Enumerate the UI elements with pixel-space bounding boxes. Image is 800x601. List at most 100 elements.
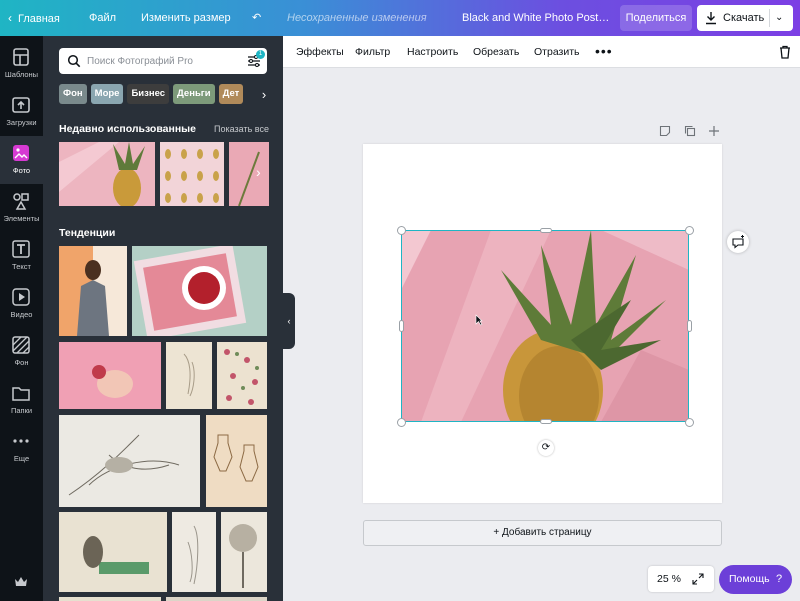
show-all-link[interactable]: Показать все	[214, 124, 269, 134]
flip-button[interactable]: Отразить	[534, 36, 580, 68]
trend-thumb[interactable]	[217, 342, 267, 409]
shapes-icon	[13, 193, 29, 210]
recent-thumb[interactable]	[229, 142, 269, 206]
chip-money[interactable]: Деньги	[173, 84, 215, 104]
zoom-value[interactable]: 25 %	[657, 566, 681, 592]
home-button[interactable]: ‹ Главная	[8, 0, 60, 36]
comment-button[interactable]	[727, 231, 749, 253]
image-toolbar: Эффекты Фильтр Настроить Обрезать Отрази…	[283, 36, 800, 68]
photos-panel: 1 ФонМореБизнесДеньгиДет › Недавно испол…	[43, 36, 283, 601]
rail-item-photos[interactable]: Фото	[0, 136, 43, 184]
fullscreen-icon[interactable]	[692, 573, 704, 585]
filter-button[interactable]: Фильтр	[355, 36, 390, 68]
trend-thumb[interactable]	[59, 597, 161, 601]
trend-thumb[interactable]	[206, 415, 267, 507]
trend-thumb[interactable]	[59, 512, 167, 592]
selection-frame	[401, 230, 689, 422]
photo-icon	[13, 145, 29, 161]
resize-button[interactable]: Изменить размер	[141, 0, 231, 36]
rail-item-background[interactable]: Фон	[0, 328, 43, 376]
chip-sea[interactable]: Море	[90, 84, 124, 104]
category-chips: Фон Море Бизнес Деньги Дет	[59, 84, 281, 106]
add-page-button[interactable]: + Добавить страницу	[363, 520, 722, 546]
download-icon	[706, 12, 716, 25]
chip-business[interactable]: Бизнес	[127, 84, 170, 104]
resize-handle[interactable]	[687, 320, 692, 332]
resize-handle[interactable]	[399, 320, 404, 332]
resize-handle[interactable]	[397, 226, 406, 235]
rail-item-text[interactable]: Текст	[0, 232, 43, 280]
home-label: Главная	[18, 13, 60, 25]
trends-title: Тенденции	[59, 227, 116, 239]
tree-sketch-photo	[221, 512, 267, 592]
resize-handle[interactable]	[685, 226, 694, 235]
trash-icon[interactable]	[778, 45, 792, 59]
zoom-control[interactable]: 25 %	[648, 566, 714, 592]
left-rail: Шаблоны Загрузки Фото Элементы Текст Вид…	[0, 36, 43, 601]
help-label: Помощь	[729, 573, 770, 585]
video-icon	[12, 288, 30, 306]
rail-label: Фон	[14, 358, 29, 367]
trend-thumb[interactable]	[59, 246, 127, 336]
search-icon	[67, 54, 81, 68]
trend-thumb[interactable]	[132, 246, 267, 336]
recent-thumb[interactable]	[160, 142, 224, 206]
vases-photo	[206, 415, 267, 507]
strawberries-photo	[132, 246, 267, 336]
resize-handle[interactable]	[540, 228, 552, 233]
note-icon[interactable]	[659, 125, 671, 137]
divider	[769, 9, 770, 27]
trend-thumb[interactable]	[59, 415, 200, 507]
trend-thumb[interactable]	[221, 512, 267, 592]
rail-label: Видео	[10, 310, 33, 319]
rail-item-video[interactable]: Видео	[0, 280, 43, 328]
engraving-photo	[59, 512, 167, 592]
chip-background[interactable]: Фон	[59, 84, 87, 104]
trend-thumb[interactable]	[166, 342, 212, 409]
collapse-panel-button[interactable]: ‹	[283, 293, 295, 349]
adjust-button[interactable]: Настроить	[407, 36, 458, 68]
rail-item-more[interactable]: Еще	[0, 424, 43, 472]
share-button[interactable]: Поделиться	[620, 5, 692, 31]
pineapple-pattern-photo	[160, 142, 224, 206]
chevron-right-icon[interactable]: ›	[257, 84, 271, 106]
pink-leaves-photo	[229, 142, 269, 206]
effects-button[interactable]: Эффекты	[296, 36, 344, 68]
rail-item-templates[interactable]: Шаблоны	[0, 40, 43, 88]
cursor-icon	[475, 314, 483, 326]
recent-title: Недавно использованные	[59, 123, 196, 135]
chevron-right-icon[interactable]: ›	[256, 164, 261, 180]
more-options-icon[interactable]: •••	[595, 36, 613, 66]
trend-thumb[interactable]	[59, 342, 161, 409]
search-box[interactable]: 1	[59, 48, 267, 74]
chevron-down-icon[interactable]: ⌄	[775, 5, 783, 31]
floral-pattern-photo	[217, 342, 267, 409]
upload-icon	[12, 97, 30, 113]
crop-button[interactable]: Обрезать	[473, 36, 519, 68]
document-title[interactable]: Black and White Photo Post, к...	[462, 0, 612, 36]
resize-handle[interactable]	[685, 418, 694, 427]
rail-item-folders[interactable]: Папки	[0, 376, 43, 424]
layout-icon	[13, 48, 29, 66]
duplicate-page-icon[interactable]	[684, 125, 696, 137]
recent-thumb[interactable]	[59, 142, 155, 206]
download-label: Скачать	[723, 12, 765, 24]
chevron-left-icon: ‹	[287, 316, 291, 326]
trend-thumb[interactable]	[166, 597, 267, 601]
rail-item-elements[interactable]: Элементы	[0, 184, 43, 232]
resize-handle[interactable]	[540, 419, 552, 424]
crown-icon[interactable]	[14, 576, 28, 588]
help-button[interactable]: Помощь ?	[719, 565, 792, 594]
undo-icon[interactable]: ↶	[252, 0, 261, 36]
folder-icon	[12, 387, 30, 401]
trend-thumb[interactable]	[172, 512, 216, 592]
add-page-icon[interactable]	[708, 125, 720, 137]
chip-kids[interactable]: Дет	[218, 84, 244, 104]
search-input[interactable]	[87, 52, 237, 70]
resize-handle[interactable]	[397, 418, 406, 427]
file-menu-button[interactable]: Файл	[89, 0, 116, 36]
rail-item-uploads[interactable]: Загрузки	[0, 88, 43, 136]
rotate-icon[interactable]: ⟳	[538, 440, 554, 456]
download-button[interactable]: Скачать ⌄	[697, 5, 793, 31]
top-bar: ‹ Главная Файл Изменить размер ↶ Несохран…	[0, 0, 800, 36]
